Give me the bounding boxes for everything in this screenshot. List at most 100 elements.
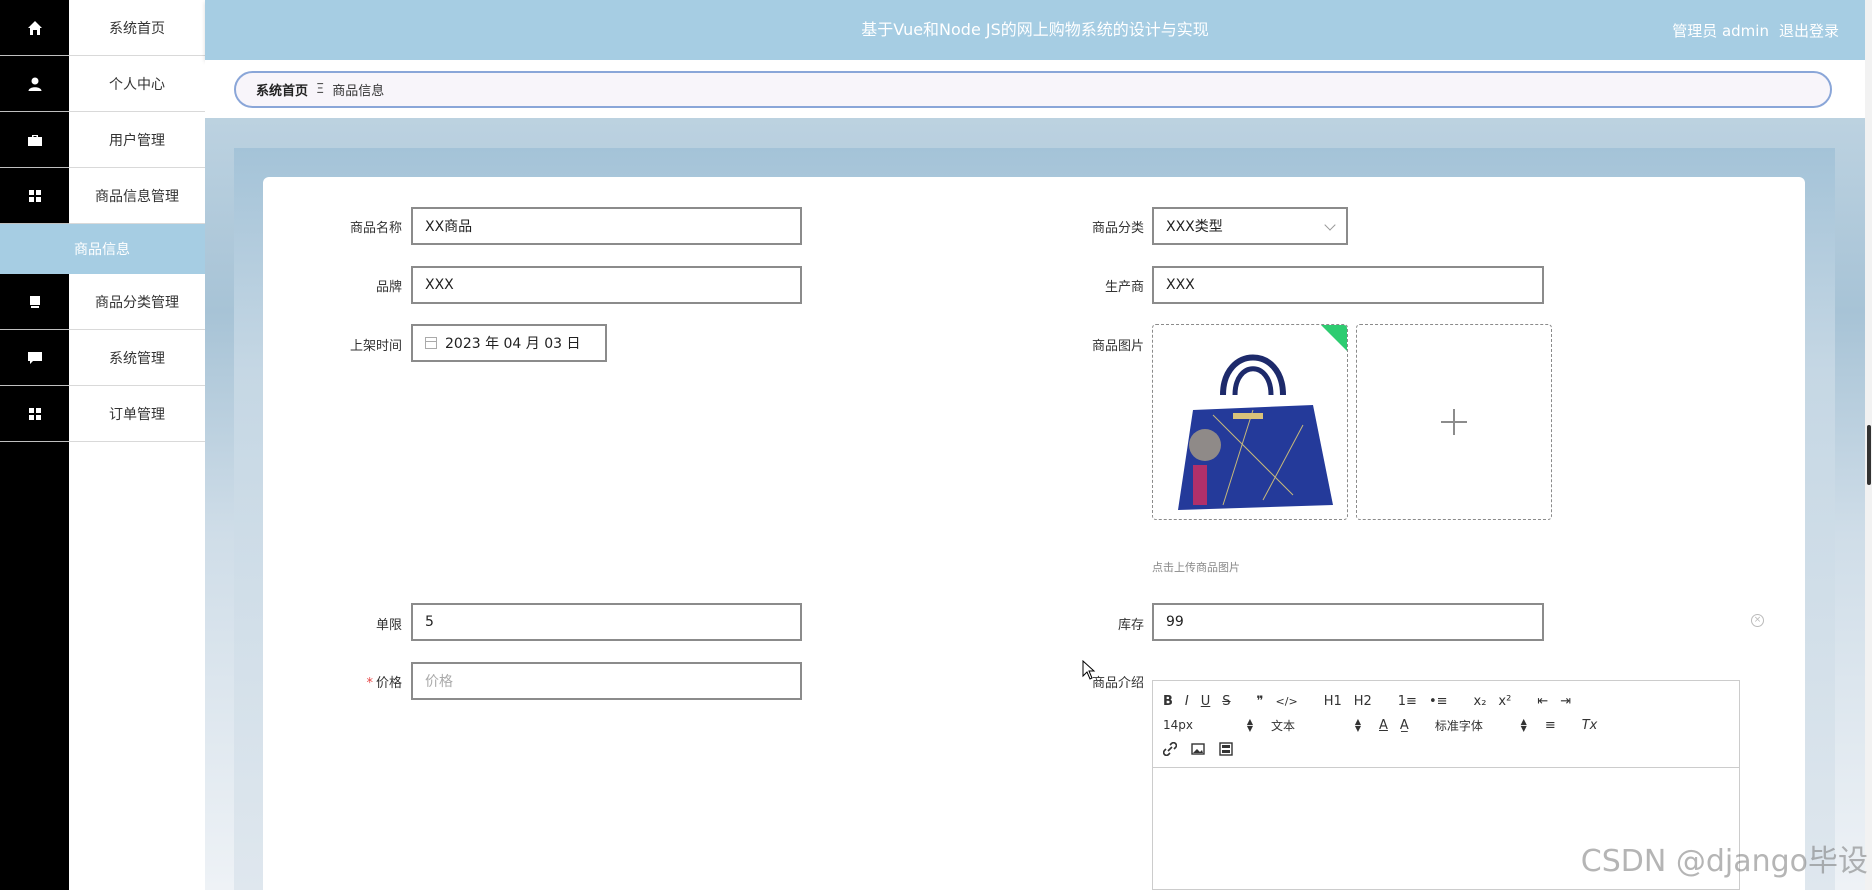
manufacturer-input[interactable]: XXX: [1152, 266, 1544, 304]
toolbar-row-1: B I U S ❞ </> H1 H2 1≡ •≡ x₂ x² ⇤ ⇥: [1163, 689, 1729, 713]
ordered-list-button[interactable]: 1≡: [1398, 694, 1417, 709]
chevron-down-icon: [1324, 219, 1336, 231]
shelf-time-value: 2023 年 04 月 03 日: [445, 336, 581, 352]
subscript-button[interactable]: x₂: [1474, 694, 1487, 709]
mouse-pointer-icon: [1082, 660, 1096, 680]
font-size-value: 14px: [1163, 718, 1193, 732]
toolbar-row-3: [1163, 737, 1729, 761]
code-button[interactable]: </>: [1276, 695, 1298, 708]
user-label: 管理员 admin: [1672, 21, 1769, 40]
sidebar-item-home[interactable]: 系统首页: [69, 0, 205, 56]
user-area: 管理员 admin 退出登录: [1662, 0, 1839, 60]
font-size-select[interactable]: 14px ▲ ▼: [1163, 717, 1253, 733]
clear-format-button[interactable]: Tx: [1582, 718, 1598, 733]
label-brand: 品牌: [375, 280, 402, 295]
italic-button[interactable]: I: [1185, 694, 1189, 709]
blockquote-button[interactable]: ❞: [1257, 694, 1264, 709]
label-category: 商品分类: [1091, 221, 1144, 236]
label-price-text: 价格: [375, 676, 402, 691]
label-intro: 商品介绍: [1091, 676, 1144, 691]
strike-button[interactable]: S: [1222, 694, 1230, 709]
outdent-button[interactable]: ⇤: [1537, 694, 1548, 709]
breadcrumb-bar: 系统首页 Ξ 商品信息: [205, 60, 1865, 118]
close-icon[interactable]: ×: [1751, 614, 1764, 627]
briefcase-icon: [27, 134, 42, 146]
sidebar-icon-grid[interactable]: [0, 168, 69, 224]
updown-icon: ▲ ▼: [1354, 717, 1361, 733]
label-limit: 单限: [375, 618, 402, 633]
sidebar-icon-briefcase[interactable]: [0, 112, 69, 168]
background-color-button[interactable]: A̲: [1400, 718, 1409, 733]
format-value: 文本: [1271, 718, 1296, 733]
scrollbar-thumb[interactable]: [1867, 425, 1871, 485]
sidebar-icon-chat[interactable]: [0, 330, 69, 386]
breadcrumb-current: 商品信息: [332, 84, 385, 99]
image-upload-button[interactable]: [1356, 324, 1552, 520]
stock-input[interactable]: 99: [1152, 603, 1544, 641]
sidebar-item-categories[interactable]: 商品分类管理: [69, 274, 205, 330]
label-price: * 价格: [322, 672, 402, 691]
grid-icon: [28, 407, 41, 420]
toolbar-row-2: 14px ▲ ▼ 文本 ▲ ▼ A A̲ 标准字体 ▲ ▼ ≡ Tx: [1163, 713, 1729, 737]
price-input[interactable]: 价格: [411, 662, 802, 700]
shelf-time-picker[interactable]: 2023 年 04 月 03 日: [411, 324, 607, 362]
sidebar-item-profile[interactable]: 个人中心: [69, 56, 205, 112]
handbag-image: [1178, 325, 1347, 510]
bold-button[interactable]: B: [1163, 694, 1173, 709]
image-upload-hint: 点击上传商品图片: [1152, 561, 1240, 574]
sidebar-item-products[interactable]: 商品信息管理: [69, 168, 205, 224]
video-icon[interactable]: [1219, 742, 1233, 756]
page-scrollbar[interactable]: [1865, 0, 1872, 890]
label-shelf-time: 上架时间: [349, 339, 402, 354]
brand-input[interactable]: XXX: [411, 266, 802, 304]
sidebar-icon-home[interactable]: [0, 0, 69, 56]
chat-icon: [27, 351, 42, 364]
product-image-thumb[interactable]: [1152, 324, 1348, 520]
sidebar-item-orders[interactable]: 订单管理: [69, 386, 205, 442]
align-button[interactable]: ≡: [1545, 718, 1556, 733]
underline-button[interactable]: U: [1201, 694, 1211, 709]
font-family-value: 标准字体: [1434, 718, 1483, 733]
category-select[interactable]: XXX类型: [1152, 207, 1348, 245]
h2-button[interactable]: H2: [1354, 694, 1372, 709]
logout-link[interactable]: 退出登录: [1779, 20, 1839, 41]
home-icon: [27, 20, 42, 35]
app-title: 基于Vue和Node JS的网上购物系统的设计与实现: [861, 20, 1209, 39]
breadcrumb-home[interactable]: 系统首页: [256, 80, 308, 99]
label-image: 商品图片: [1091, 339, 1144, 354]
sidebar-subitem-product-info[interactable]: 商品信息: [0, 224, 205, 274]
h1-button[interactable]: H1: [1324, 694, 1342, 709]
font-family-select[interactable]: 标准字体 ▲ ▼: [1435, 717, 1527, 734]
label-manufacturer: 生产商: [1104, 280, 1144, 295]
updown-icon: ▲ ▼: [1520, 717, 1527, 733]
font-color-button[interactable]: A: [1379, 718, 1388, 733]
format-select[interactable]: 文本 ▲ ▼: [1271, 717, 1361, 734]
product-name-input[interactable]: XX商品: [411, 207, 802, 245]
calendar-icon: [425, 337, 437, 349]
limit-input[interactable]: 5: [411, 603, 802, 641]
superscript-button[interactable]: x²: [1498, 694, 1511, 709]
label-stock: 库存: [1117, 618, 1144, 633]
user-icon: [28, 77, 41, 91]
sidebar-menu: 系统首页 个人中心 用户管理 商品信息管理 商品分类管理 系统管理 订单管理: [69, 0, 205, 890]
category-value: XXX类型: [1166, 219, 1223, 235]
bullet-list-button[interactable]: •≡: [1429, 694, 1448, 709]
updown-icon: ▲ ▼: [1246, 717, 1253, 733]
label-product-name: 商品名称: [349, 221, 402, 236]
link-icon[interactable]: [1163, 742, 1177, 756]
indent-button[interactable]: ⇥: [1560, 694, 1571, 709]
sidebar-item-users[interactable]: 用户管理: [69, 112, 205, 168]
sidebar-icon-grid-orders[interactable]: [0, 386, 69, 442]
printer-icon: [29, 295, 40, 308]
editor-toolbar: B I U S ❞ </> H1 H2 1≡ •≡ x₂ x² ⇤ ⇥ 14px…: [1153, 681, 1739, 768]
sidebar-icon-printer[interactable]: [0, 274, 69, 330]
sidebar-item-system[interactable]: 系统管理: [69, 330, 205, 386]
sidebar-icon-user[interactable]: [0, 56, 69, 112]
breadcrumb-separator: Ξ: [316, 82, 325, 97]
sidebar-icon-column: [0, 0, 69, 890]
plus-icon: [1441, 409, 1467, 435]
header-bar: 基于Vue和Node JS的网上购物系统的设计与实现 管理员 admin 退出登…: [205, 0, 1865, 60]
image-icon[interactable]: [1191, 742, 1205, 756]
breadcrumb: 系统首页 Ξ 商品信息: [234, 71, 1832, 108]
required-mark: *: [366, 676, 373, 691]
